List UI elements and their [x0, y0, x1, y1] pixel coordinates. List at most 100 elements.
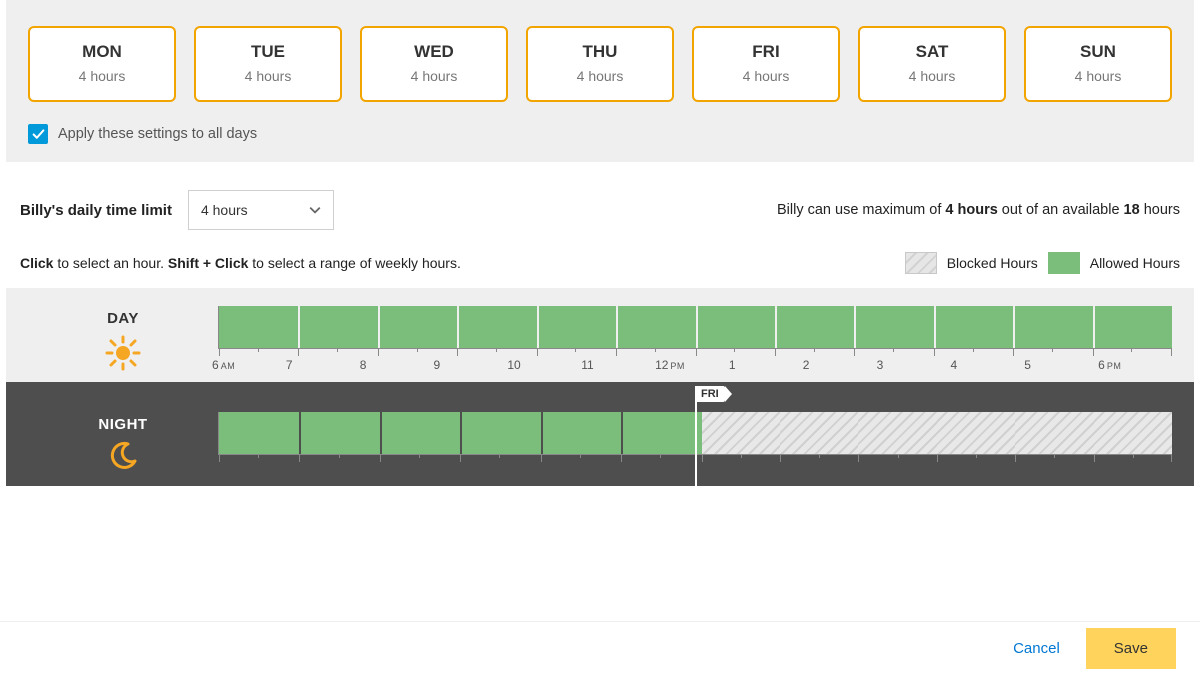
daily-limit-summary: Billy can use maximum of 4 hours out of … [777, 202, 1180, 218]
hour-slot[interactable] [457, 306, 536, 348]
schedule-night-panel: NIGHT FRI [6, 382, 1194, 486]
limit-label-bold: Billy's [20, 202, 64, 219]
legend-blocked-swatch [905, 252, 937, 274]
day-card-sat[interactable]: SAT 4 hours [858, 26, 1006, 102]
hour-slot[interactable] [380, 412, 460, 454]
tick-label: 6PM [1098, 358, 1172, 372]
hour-slot[interactable] [702, 412, 780, 454]
legend: Blocked Hours Allowed Hours [905, 252, 1180, 274]
day-abbr: FRI [694, 42, 838, 62]
day-card-sun[interactable]: SUN 4 hours [1024, 26, 1172, 102]
tick-label: 7 [286, 358, 360, 372]
summary-hours: 4 hours [945, 202, 997, 218]
day-abbr: THU [528, 42, 672, 62]
tick-label: 2 [803, 358, 877, 372]
schedule-night-label-col: NIGHT [28, 412, 218, 474]
schedule-day-panel: DAY 6AM789101112PM123456PM [6, 288, 1194, 382]
legend-blocked-label: Blocked Hours [947, 255, 1038, 271]
hour-slot[interactable] [460, 412, 540, 454]
day-abbr: MON [30, 42, 174, 62]
axis-line [218, 348, 1172, 349]
hour-slot[interactable] [1015, 412, 1093, 454]
day-card-mon[interactable]: MON 4 hours [28, 26, 176, 102]
sun-icon [105, 335, 141, 374]
tip-text-segment: to select a range of weekly hours. [248, 255, 460, 271]
tick-label: 1 [729, 358, 803, 372]
hour-slot[interactable] [537, 306, 616, 348]
hour-slot[interactable] [780, 412, 858, 454]
tick-label: 3 [877, 358, 951, 372]
hour-slot[interactable] [219, 306, 298, 348]
hour-slot[interactable] [378, 306, 457, 348]
night-timeline-wrap: FRI [218, 412, 1172, 474]
schedule-night-title: NIGHT [98, 416, 147, 433]
hour-slot[interactable] [616, 306, 695, 348]
hour-slot[interactable] [219, 412, 299, 454]
day-card-wed[interactable]: WED 4 hours [360, 26, 508, 102]
tip-and-legend-row: Click to select an hour. Shift + Click t… [20, 252, 1180, 274]
tick-label: 11 [581, 358, 655, 372]
day-hours: 4 hours [1026, 68, 1170, 84]
tick-label: 12PM [655, 358, 729, 372]
tick-label: 8 [360, 358, 434, 372]
footer: Cancel Save [0, 621, 1200, 675]
hour-slot[interactable] [854, 306, 933, 348]
daily-limit-label: Billy's daily time limit [20, 202, 172, 219]
limit-label-text: daily time limit [64, 202, 172, 219]
apply-all-label: Apply these settings to all days [58, 126, 257, 142]
hour-slot[interactable] [934, 306, 1013, 348]
hour-slot[interactable] [937, 412, 1015, 454]
day-abbr: SAT [860, 42, 1004, 62]
tip-text: Click to select an hour. Shift + Click t… [20, 255, 461, 271]
day-card-thu[interactable]: THU 4 hours [526, 26, 674, 102]
day-abbr: SUN [1026, 42, 1170, 62]
hour-slot[interactable] [298, 306, 377, 348]
day-abbr: TUE [196, 42, 340, 62]
day-hours: 4 hours [196, 68, 340, 84]
day-card-fri[interactable]: FRI 4 hours [692, 26, 840, 102]
day-hours: 4 hours [694, 68, 838, 84]
day-timeline[interactable] [218, 306, 1172, 348]
hour-slot[interactable] [299, 412, 379, 454]
day-hours: 4 hours [30, 68, 174, 84]
chevron-down-icon [309, 204, 321, 216]
fri-tag: FRI [695, 386, 725, 402]
apply-all-checkbox[interactable] [28, 124, 48, 144]
summary-available: 18 [1124, 202, 1140, 218]
daily-limit-row: Billy's daily time limit 4 hours Billy c… [20, 190, 1180, 230]
hour-slot[interactable] [1093, 306, 1172, 348]
day-abbr: WED [362, 42, 506, 62]
day-hours: 4 hours [528, 68, 672, 84]
schedule-day-label-col: DAY [28, 306, 218, 374]
summary-text: out of an available [998, 202, 1124, 218]
tick-label: 5 [1024, 358, 1098, 372]
day-card-row: MON 4 hours TUE 4 hours WED 4 hours THU … [28, 26, 1172, 102]
hour-slot[interactable] [696, 306, 775, 348]
tick-label: 10 [507, 358, 581, 372]
day-card-tue[interactable]: TUE 4 hours [194, 26, 342, 102]
summary-text: hours [1140, 202, 1180, 218]
hour-slot[interactable] [1094, 412, 1172, 454]
day-tick-labels: 6AM789101112PM123456PM [212, 358, 1172, 372]
legend-allowed-swatch [1048, 252, 1080, 274]
day-hours: 4 hours [860, 68, 1004, 84]
daily-limit-dropdown[interactable]: 4 hours [188, 190, 334, 230]
tip-shift: Shift + Click [168, 255, 249, 271]
hour-slot[interactable] [621, 412, 701, 454]
hour-slot[interactable] [858, 412, 936, 454]
days-panel: MON 4 hours TUE 4 hours WED 4 hours THU … [6, 0, 1194, 162]
cancel-button[interactable]: Cancel [1001, 632, 1072, 665]
schedule-day-title: DAY [107, 310, 139, 327]
legend-allowed-label: Allowed Hours [1090, 255, 1180, 271]
hour-slot[interactable] [541, 412, 621, 454]
save-button[interactable]: Save [1086, 628, 1176, 669]
moon-icon [108, 441, 138, 474]
apply-all-row: Apply these settings to all days [28, 124, 1172, 144]
fri-divider-line [695, 386, 697, 496]
hour-slot[interactable] [1013, 306, 1092, 348]
checkmark-icon [32, 128, 45, 141]
hour-slot[interactable] [775, 306, 854, 348]
tick-label: 9 [434, 358, 508, 372]
tip-click: Click [20, 255, 53, 271]
summary-text: Billy can use maximum of [777, 202, 945, 218]
